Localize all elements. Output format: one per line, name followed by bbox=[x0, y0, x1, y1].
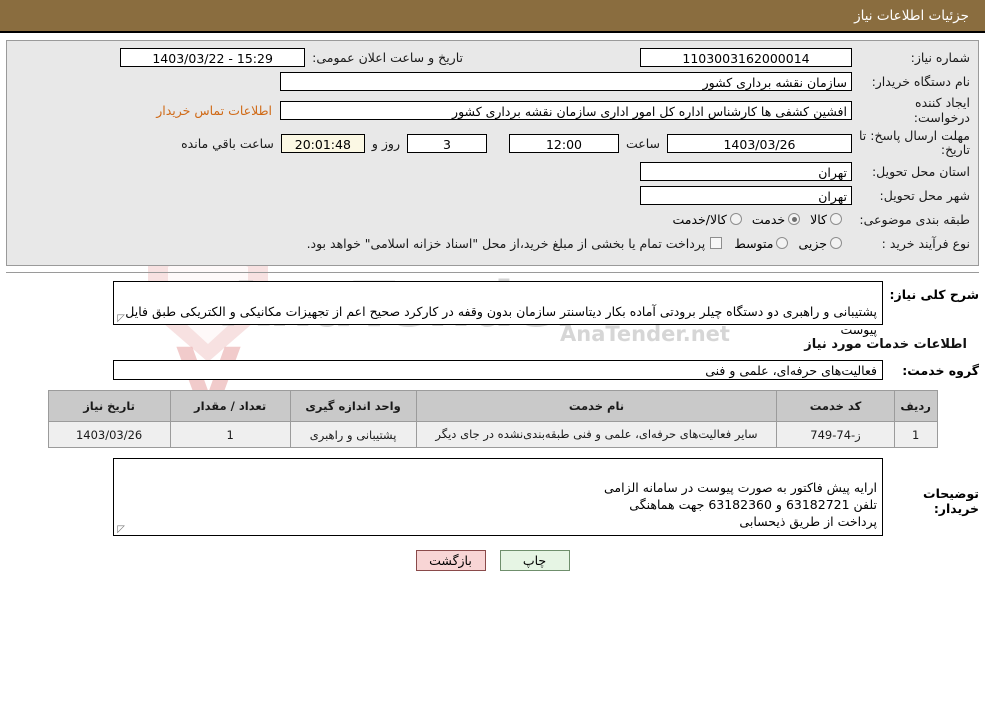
row-process-type: نوع فرآیند خرید : جزیی متوسط پرداخت تمام… bbox=[15, 233, 970, 253]
request-creator-value: افشین کشفی ها کارشناس اداره کل امور ادار… bbox=[280, 100, 852, 120]
cell-unit: پشتیبانی و راهبری bbox=[289, 421, 417, 448]
back-button[interactable]: بازگشت bbox=[415, 550, 486, 571]
page-root: جزئیات اطلاعات نیاز شماره نیاز: 11030031… bbox=[0, 0, 985, 571]
need-info-panel: شماره نیاز: 1103003162000014 تاریخ و ساع… bbox=[6, 40, 979, 266]
service-group-value: فعالیت‌های حرفه‌ای، علمی و فنی bbox=[113, 360, 883, 380]
service-group-label: گروه خدمت: bbox=[902, 362, 979, 378]
cell-need-date: 1403/03/26 bbox=[47, 421, 171, 448]
process-type-label: نوع فرآیند خرید : bbox=[881, 235, 970, 251]
th-radif: ردیف bbox=[893, 390, 938, 422]
deadline-remaining-label: ساعت باقي مانده bbox=[181, 135, 274, 151]
radio-process-motevaset-label: متوسط bbox=[734, 235, 774, 251]
islamic-treasury-bonds-label: پرداخت تمام یا بخشی از مبلغ خرید،از محل … bbox=[306, 235, 706, 251]
deadline-days-value: 3 bbox=[406, 133, 487, 153]
radio-category-kala-label: کالا bbox=[810, 211, 827, 227]
category-label: طبقه بندی موضوعی: bbox=[859, 211, 970, 227]
row-city: شهر محل تحویل: تهران bbox=[15, 185, 970, 205]
cell-radif: 1 bbox=[893, 421, 938, 448]
services-section: اطلاعات خدمات مورد نیاز گروه خدمت: فعالی… bbox=[6, 337, 979, 571]
row-need-number: شماره نیاز: 1103003162000014 تاریخ و ساع… bbox=[15, 47, 970, 67]
action-button-bar: چاپ بازگشت bbox=[6, 550, 979, 571]
need-number-label: شماره نیاز: bbox=[910, 49, 970, 65]
resize-grip-icon[interactable]: ◸ bbox=[116, 314, 125, 324]
radio-category-kala-khadamat-label: کالا/خدمت bbox=[672, 211, 727, 227]
cell-quantity: 1 bbox=[169, 421, 291, 448]
cell-service-name: سایر فعالیت‌های حرفه‌ای، علمی و فنی طبقه… bbox=[415, 421, 778, 448]
page-title: جزئیات اطلاعات نیاز bbox=[0, 0, 985, 33]
city-label: شهر محل تحویل: bbox=[879, 187, 970, 203]
description-value: پشتیبانی و راهبری دو دستگاه چیلر برودتی … bbox=[125, 304, 877, 337]
row-buyer-org: نام دستگاه خریدار: سازمان نقشه برداری کش… bbox=[15, 71, 970, 91]
buyer-contact-link[interactable]: اطلاعات تماس خریدار bbox=[148, 103, 280, 118]
buyer-org-label: نام دستگاه خریدار: bbox=[871, 73, 970, 89]
deadline-countdown-value: 20:01:48 bbox=[280, 133, 365, 153]
deadline-days-label: روز و bbox=[371, 135, 400, 151]
province-label: استان محل تحویل: bbox=[871, 163, 970, 179]
row-buyer-notes: توضیحات خریدار: ارایه پیش فاکتور به صورت… bbox=[6, 458, 979, 536]
table-row: 1 ز-74-749 سایر فعالیت‌های حرفه‌ای، علمی… bbox=[47, 421, 938, 448]
th-need-date: تاریخ نیاز bbox=[47, 390, 171, 422]
description-label: شرح کلی نیاز: bbox=[889, 287, 979, 302]
resize-grip-icon-notes[interactable]: ◸ bbox=[116, 525, 125, 535]
announce-datetime-label: تاریخ و ساعت اعلان عمومی: bbox=[312, 49, 463, 65]
announce-datetime-value: 15:29 - 1403/03/22 bbox=[120, 47, 306, 67]
checkbox-islamic-treasury-bonds[interactable] bbox=[710, 237, 723, 249]
radio-category-kala[interactable] bbox=[830, 213, 842, 225]
province-value: تهران bbox=[640, 161, 852, 181]
radio-category-khadamat-label: خدمت bbox=[751, 211, 786, 227]
buyer-org-value: سازمان نقشه برداری کشور bbox=[280, 71, 852, 91]
row-deadline: مهلت ارسال پاسخ: تا تاریخ: 1403/03/26 سا… bbox=[15, 129, 970, 157]
section-divider bbox=[6, 272, 979, 273]
radio-category-kala-khadamat[interactable] bbox=[729, 213, 742, 225]
th-service-name: نام خدمت bbox=[415, 390, 778, 422]
services-section-heading: اطلاعات خدمات مورد نیاز bbox=[804, 337, 967, 352]
need-number-value: 1103003162000014 bbox=[640, 47, 852, 67]
th-service-code: کد خدمت bbox=[776, 390, 895, 422]
th-quantity: تعداد / مقدار bbox=[169, 390, 291, 422]
buyer-notes-textarea[interactable]: ارایه پیش فاکتور به صورت پیوست در سامانه… bbox=[113, 458, 883, 536]
cell-service-code: ز-74-749 bbox=[776, 421, 895, 448]
description-textarea[interactable]: پشتیبانی و راهبری دو دستگاه چیلر برودتی … bbox=[113, 281, 883, 337]
deadline-time-value: 12:00 bbox=[508, 133, 619, 153]
request-creator-label: ایجاد کننده درخواست: bbox=[913, 95, 970, 125]
services-table: ردیف کد خدمت نام خدمت واحد اندازه گیری ت… bbox=[47, 390, 938, 448]
row-category: طبقه بندی موضوعی: کالا خدمت کالا/خدمت bbox=[15, 209, 970, 229]
row-request-creator: ایجاد کننده درخواست: افشین کشفی ها کارشن… bbox=[15, 95, 970, 125]
deadline-label: مهلت ارسال پاسخ: تا تاریخ: bbox=[859, 128, 970, 157]
radio-process-motevaset[interactable] bbox=[776, 237, 789, 249]
row-province: استان محل تحویل: تهران bbox=[15, 161, 970, 181]
radio-process-jozei-label: جزیی bbox=[798, 235, 827, 251]
table-header-row: ردیف کد خدمت نام خدمت واحد اندازه گیری ت… bbox=[47, 390, 938, 422]
deadline-time-label: ساعت bbox=[625, 135, 660, 151]
buyer-notes-value: ارایه پیش فاکتور به صورت پیوست در سامانه… bbox=[604, 480, 877, 529]
radio-process-jozei[interactable] bbox=[830, 237, 842, 249]
city-value: تهران bbox=[640, 185, 852, 205]
description-section: شرح کلی نیاز: پشتیبانی و راهبری دو دستگا… bbox=[6, 272, 979, 337]
print-button[interactable]: چاپ bbox=[499, 550, 570, 571]
row-service-group: گروه خدمت: فعالیت‌های حرفه‌ای، علمی و فن… bbox=[6, 360, 979, 380]
buyer-notes-label: توضیحات خریدار: bbox=[923, 486, 979, 516]
deadline-date-value: 1403/03/26 bbox=[667, 133, 852, 153]
radio-category-khadamat[interactable] bbox=[788, 213, 801, 225]
row-description: شرح کلی نیاز: پشتیبانی و راهبری دو دستگا… bbox=[6, 281, 979, 337]
th-unit: واحد اندازه گیری bbox=[289, 390, 417, 422]
